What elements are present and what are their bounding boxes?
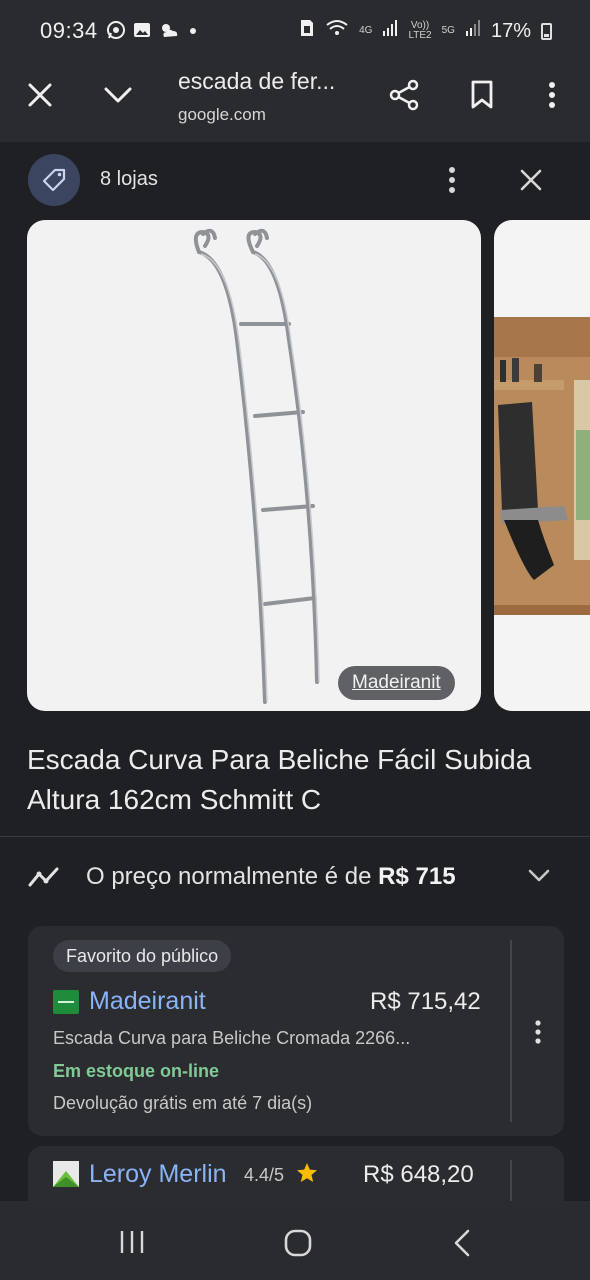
recent-apps-button[interactable] xyxy=(118,1229,146,1260)
card-separator xyxy=(510,940,512,1122)
share-button[interactable] xyxy=(380,71,428,119)
divider xyxy=(0,836,590,837)
system-icons: 4G Vo)) LTE2 5G 17% xyxy=(299,18,552,44)
network-4g-label: 4G xyxy=(359,25,373,36)
dot-icon xyxy=(186,20,200,45)
tag-icon xyxy=(42,168,66,192)
expand-price-button[interactable] xyxy=(527,868,551,889)
ladder-image xyxy=(193,228,320,704)
more-vert-icon xyxy=(535,1020,541,1044)
product-image-secondary[interactable] xyxy=(494,220,590,711)
product-title: Escada Curva Para Beliche Fácil Subida A… xyxy=(27,744,532,815)
merchant-chip[interactable]: Madeiranit xyxy=(338,666,455,700)
notification-icons xyxy=(106,20,200,45)
price-insight-text: O preço normalmente é de R$ 715 xyxy=(86,863,456,891)
network-5g-label: 5G xyxy=(441,25,455,36)
home-button[interactable] xyxy=(283,1228,313,1263)
stores-count[interactable]: 8 lojas xyxy=(100,168,158,191)
share-icon xyxy=(389,79,419,111)
store-rating: 4.4/5 xyxy=(244,1165,285,1185)
store-name[interactable]: Madeiranit xyxy=(89,987,206,1016)
star-icon xyxy=(296,1162,318,1189)
typical-price: R$ 715 xyxy=(378,863,456,890)
gallery-icon xyxy=(132,20,152,45)
battery-percent: 17% xyxy=(490,19,531,42)
card-separator xyxy=(510,1160,512,1201)
store-logo-leroy-merlin xyxy=(53,1161,79,1192)
shopping-tag-badge xyxy=(28,154,80,206)
bookmark-icon xyxy=(471,80,493,109)
store-logo-madeiranit xyxy=(53,990,79,1019)
more-vert-icon xyxy=(449,167,455,193)
page-title[interactable]: escada de fer... xyxy=(178,68,335,95)
product-image-main[interactable] xyxy=(27,220,481,711)
close-button[interactable] xyxy=(16,71,64,119)
chevron-down-icon xyxy=(104,87,132,103)
signal-icon xyxy=(382,19,398,43)
back-button[interactable] xyxy=(452,1228,472,1263)
status-time: 09:34 xyxy=(40,18,98,43)
offer-price: R$ 648,20 xyxy=(363,1161,474,1188)
offer-description: Escada Curva para Beliche Cromada 2266..… xyxy=(53,1028,411,1048)
close-icon xyxy=(520,169,542,191)
room-photo xyxy=(494,317,590,615)
bookmark-button[interactable] xyxy=(458,71,506,119)
wifi-icon xyxy=(325,18,349,44)
close-icon xyxy=(28,83,52,107)
sim-icon xyxy=(299,18,315,44)
popular-badge: Favorito do público xyxy=(53,940,232,972)
signal-icon-2 xyxy=(465,19,481,43)
recents-icon xyxy=(120,1231,144,1253)
offer-price: R$ 715,42 xyxy=(370,988,481,1015)
offer-more-button[interactable] xyxy=(534,1020,542,1049)
collapse-button[interactable] xyxy=(94,71,142,119)
back-icon xyxy=(454,1229,470,1257)
weather-icon xyxy=(158,20,180,45)
whatsapp-icon xyxy=(106,20,126,45)
more-options-button[interactable] xyxy=(528,71,576,119)
chevron-down-icon xyxy=(528,869,550,882)
home-icon xyxy=(284,1229,312,1257)
price-insight-prefix: O preço normalmente é de xyxy=(86,863,372,890)
page-url[interactable]: google.com xyxy=(178,105,266,125)
store-name[interactable]: Leroy Merlin xyxy=(89,1160,227,1189)
battery-icon xyxy=(541,22,552,40)
sheet-more-button[interactable] xyxy=(428,156,476,204)
returns-info: Devolução grátis em até 7 dia(s) xyxy=(53,1093,313,1113)
sheet-close-button[interactable] xyxy=(507,156,555,204)
trending-icon xyxy=(27,864,61,895)
more-vert-icon xyxy=(549,82,555,108)
volte-label: Vo)) LTE2 xyxy=(408,20,432,41)
stock-status: Em estoque on-line xyxy=(53,1061,220,1081)
